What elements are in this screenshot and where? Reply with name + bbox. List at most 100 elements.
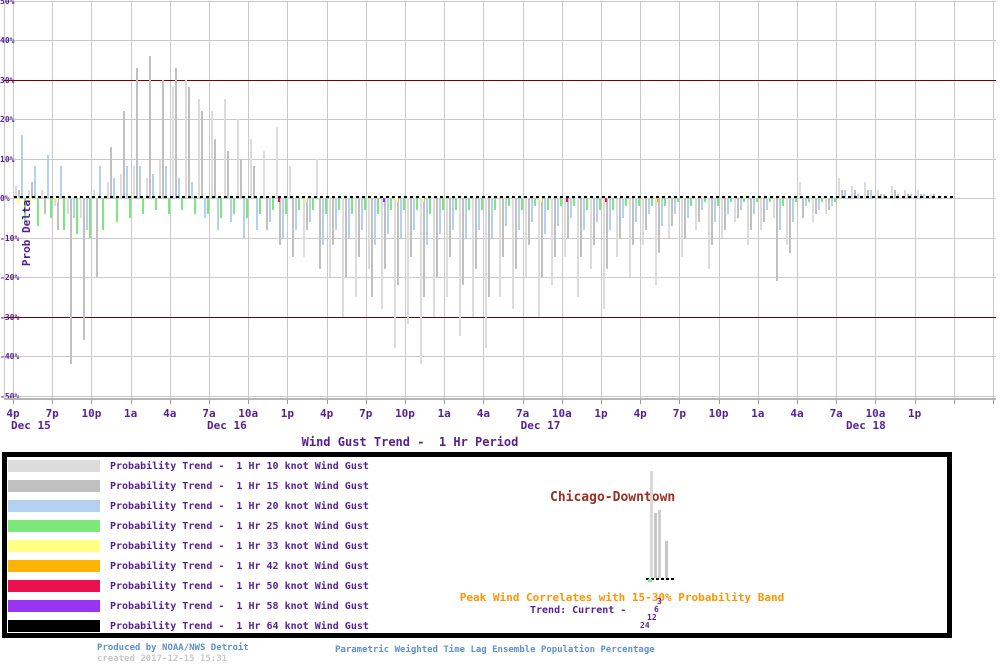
bar (37, 198, 40, 226)
gridline-v (797, 2, 798, 400)
gridline-v (169, 2, 171, 400)
bar (402, 198, 405, 210)
bar (511, 198, 514, 309)
bar (383, 198, 386, 270)
x-tick (169, 400, 171, 404)
bar (491, 198, 494, 238)
bar (616, 198, 619, 258)
x-tick (130, 400, 132, 404)
x-tick-label: 4a (790, 407, 804, 420)
bar (174, 67, 177, 198)
bar (233, 198, 236, 214)
x-tick (797, 400, 798, 404)
bar (788, 198, 791, 254)
bar (455, 198, 458, 210)
gridline-v (993, 2, 994, 400)
bar (746, 198, 749, 246)
chart-title: Wind Gust Trend - 1 Hr Period (301, 435, 519, 449)
bar (729, 198, 732, 202)
station-name: Chicago-Downtown (550, 490, 676, 505)
bar (324, 198, 327, 214)
bar (50, 198, 53, 218)
bar (132, 166, 135, 198)
bar (321, 198, 324, 246)
gridline-h (4, 119, 996, 120)
legend-swatch (8, 580, 100, 592)
legend-swatch (8, 540, 100, 552)
gridline-h (4, 159, 996, 160)
bar (475, 198, 478, 270)
x-tick-label: 4p (633, 407, 647, 420)
probability-trend-chart: 50% 40% 30% 20% 10% 0% -10% -20% -30% -40% -50% 4p 7… (0, 0, 1000, 435)
bar (399, 198, 402, 238)
bar (638, 198, 641, 206)
bar (119, 174, 122, 198)
bar (710, 198, 713, 246)
bar (629, 198, 632, 277)
bar (681, 198, 684, 258)
gridline-v (875, 2, 877, 400)
bar (524, 198, 527, 277)
bar (459, 198, 462, 337)
gridline-v (914, 2, 916, 400)
bar (825, 198, 828, 214)
bar (289, 166, 292, 198)
bar (449, 198, 452, 258)
bar (60, 166, 63, 198)
bar (360, 198, 363, 230)
bar (439, 198, 442, 234)
gridline-v (601, 2, 602, 400)
x-tick (914, 400, 916, 404)
x-tick-label: 10p (395, 407, 415, 420)
bar (612, 198, 614, 210)
bar (227, 150, 230, 198)
y-tick-label: -10% (0, 233, 20, 243)
bar (429, 198, 432, 214)
x-tick (248, 400, 250, 404)
x-tick (13, 400, 14, 404)
bar (158, 158, 161, 198)
bar (550, 198, 553, 285)
y-tick-label: 50% (0, 0, 15, 6)
gridline-v (483, 2, 485, 400)
gridline-v (130, 2, 132, 400)
bar (674, 198, 677, 214)
bar (376, 198, 379, 214)
bar (138, 166, 141, 198)
bar (318, 198, 321, 270)
bar (713, 198, 716, 222)
bar (141, 198, 144, 214)
x-tick-label: 1a (751, 407, 765, 420)
gridline-h (4, 1, 996, 2)
gridline-v (287, 2, 289, 400)
bar (269, 198, 272, 222)
bar (723, 198, 726, 230)
bar (315, 158, 318, 198)
bar (592, 198, 595, 246)
bar (609, 198, 611, 230)
bar (203, 198, 206, 218)
bar (350, 198, 353, 214)
reference-line (4, 80, 996, 81)
bar (478, 198, 481, 230)
bar (442, 198, 445, 210)
bar (726, 198, 729, 214)
bar (546, 198, 549, 210)
legend-swatch (8, 500, 100, 512)
inset-bar (650, 471, 653, 578)
bar (556, 198, 559, 226)
bar (386, 198, 389, 234)
wind-gust-trend-page: 50% 40% 30% 20% 10% 0% -10% -20% -30% -40% -50% 4p 7… (0, 0, 1000, 670)
bar (243, 198, 246, 238)
bar (733, 198, 736, 222)
bar (305, 198, 308, 230)
bar (655, 198, 658, 285)
gridline-v (13, 2, 14, 400)
x-tick (836, 400, 838, 404)
bar (154, 198, 157, 210)
bar (553, 198, 556, 258)
bar (742, 198, 745, 202)
gridline-h (4, 40, 996, 41)
bar (151, 174, 154, 198)
x-tick-label: 1a (123, 407, 138, 420)
